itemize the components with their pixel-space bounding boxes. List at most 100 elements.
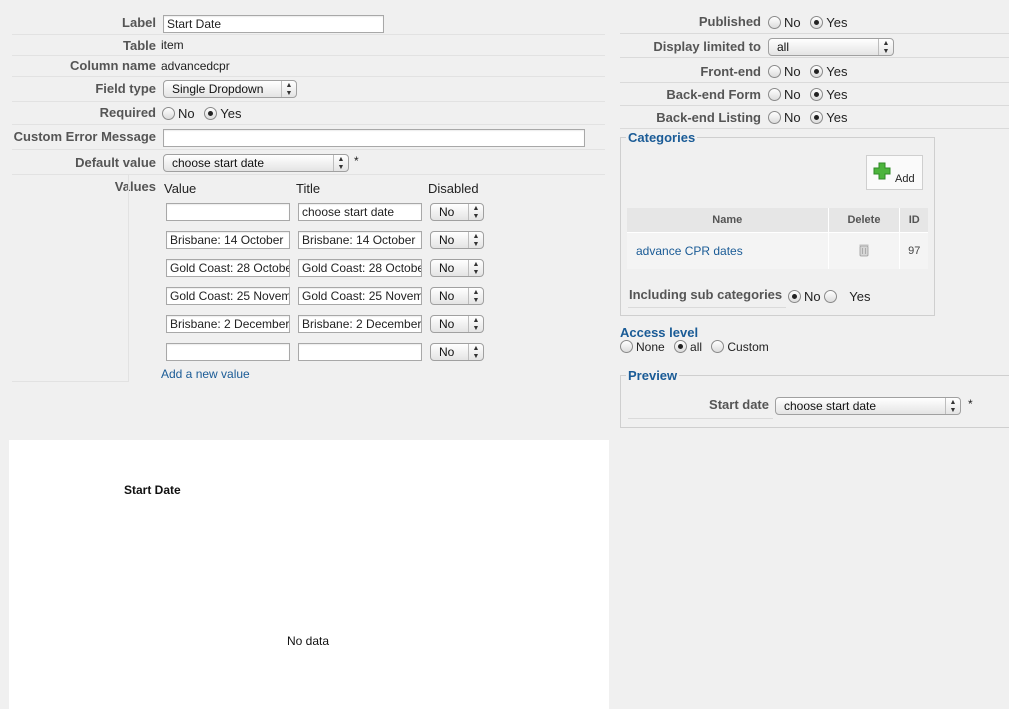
access-custom-option[interactable]: Custom — [711, 340, 769, 354]
values-header-value: Value — [164, 181, 197, 196]
access-all-option[interactable]: all — [674, 340, 702, 354]
value-input[interactable]: Brisbane: 2 December — [166, 315, 290, 333]
value-input[interactable]: Gold Coast: 28 October — [166, 259, 290, 277]
display-limited-label: Display limited to — [653, 39, 761, 54]
categories-table: Name Delete ID advance CPR dates 97 — [627, 208, 928, 269]
radio-selected-icon — [674, 340, 688, 353]
column-name-label: Column name — [70, 58, 156, 73]
chart-empty-text: No data — [287, 634, 330, 648]
radio-icon — [824, 290, 838, 303]
required-no-option[interactable]: No — [162, 106, 195, 121]
disabled-select[interactable]: No ▲ ▼ — [430, 315, 484, 333]
radio-icon — [620, 340, 633, 353]
title-input[interactable]: Brisbane: 2 December — [298, 315, 422, 333]
include-sub-yes-option[interactable]: Yes — [824, 289, 870, 304]
category-id-cell: 97 — [899, 232, 928, 269]
categories-header-delete: Delete — [828, 208, 901, 233]
value-input[interactable]: Gold Coast: 25 November — [166, 287, 290, 305]
add-category-button[interactable]: Add — [866, 155, 923, 190]
custom-error-input[interactable] — [163, 129, 585, 147]
title-input[interactable] — [298, 343, 422, 361]
title-input[interactable]: choose start date — [298, 203, 422, 221]
front-end-no-option[interactable]: No — [768, 64, 801, 79]
front-end-yes-option[interactable]: Yes — [810, 64, 847, 79]
disabled-select[interactable]: No ▲ ▼ — [430, 259, 484, 277]
values-header-disabled: Disabled — [428, 181, 479, 196]
plus-icon — [873, 162, 891, 180]
backend-listing-no-option[interactable]: No — [768, 110, 801, 125]
disabled-select-value: No — [439, 317, 455, 331]
display-limited-value: all — [777, 40, 790, 54]
radio-selected-icon — [810, 16, 824, 29]
access-custom-label: Custom — [727, 340, 769, 354]
disabled-select[interactable]: No ▲ ▼ — [430, 287, 484, 305]
include-sub-yes-label: Yes — [849, 289, 871, 304]
required-label: Required — [99, 105, 156, 120]
backend-form-no-option[interactable]: No — [768, 87, 801, 102]
label-input[interactable]: Start Date — [163, 15, 384, 33]
backend-form-no-label: No — [784, 87, 801, 102]
display-limited-row: Display limited to all ▲ ▼ — [620, 35, 1009, 58]
label-label: Label — [122, 15, 156, 30]
custom-error-row: Custom Error Message — [12, 125, 605, 150]
backend-listing-yes-option[interactable]: Yes — [810, 110, 847, 125]
title-input-text: Brisbane: 14 October — [302, 233, 416, 247]
value-input-text: Gold Coast: 25 November — [170, 289, 289, 303]
disabled-select[interactable]: No ▲ ▼ — [430, 343, 484, 361]
values-label-cell — [12, 175, 129, 382]
backend-form-radio-group: No Yes — [768, 87, 853, 102]
title-input-text: choose start date — [302, 205, 395, 219]
published-no-label: No — [784, 15, 801, 30]
values-header-title: Title — [296, 181, 321, 196]
value-input[interactable] — [166, 203, 290, 221]
preview-asterisk: * — [968, 397, 973, 411]
select-arrows-icon: ▲ ▼ — [945, 398, 960, 414]
backend-form-yes-option[interactable]: Yes — [810, 87, 847, 102]
value-input[interactable] — [166, 343, 290, 361]
access-none-option[interactable]: None — [620, 340, 665, 354]
column-name-row: Column name advancedcpr — [12, 56, 605, 77]
categories-header-id: ID — [899, 208, 928, 233]
include-sub-radio-group: No Yes — [788, 289, 876, 304]
required-yes-option[interactable]: Yes — [204, 106, 241, 121]
preview-label-cell: Start date — [628, 389, 773, 419]
disabled-select[interactable]: No ▲ ▼ — [430, 231, 484, 249]
radio-icon — [162, 107, 175, 120]
backend-listing-no-label: No — [784, 110, 801, 125]
front-end-yes-label: Yes — [826, 64, 848, 79]
required-row: Required No Yes — [12, 102, 605, 125]
add-new-value-link[interactable]: Add a new value — [161, 367, 250, 381]
backend-listing-yes-label: Yes — [826, 110, 848, 125]
include-sub-no-option[interactable]: No — [788, 289, 821, 304]
table-value: item — [161, 38, 184, 52]
categories-header-name: Name — [627, 208, 829, 233]
disabled-select[interactable]: No ▲ ▼ — [430, 203, 484, 221]
disabled-select-value: No — [439, 261, 455, 275]
display-limited-select[interactable]: all ▲ ▼ — [768, 38, 894, 56]
field-type-select[interactable]: Single Dropdown ▲ ▼ — [163, 80, 297, 98]
radio-selected-icon — [204, 107, 218, 120]
trash-icon[interactable] — [859, 243, 869, 257]
title-input[interactable]: Brisbane: 14 October — [298, 231, 422, 249]
value-input[interactable]: Brisbane: 14 October — [166, 231, 290, 249]
preview-start-date-select[interactable]: choose start date ▲ ▼ — [775, 397, 961, 415]
radio-selected-icon — [810, 88, 824, 101]
table-row: advance CPR dates 97 — [627, 232, 928, 269]
published-yes-option[interactable]: Yes — [810, 15, 847, 30]
field-type-select-value: Single Dropdown — [172, 82, 264, 96]
published-no-option[interactable]: No — [768, 15, 801, 30]
category-name-link[interactable]: advance CPR dates — [636, 244, 743, 258]
radio-selected-icon — [810, 111, 824, 124]
value-input-text: Gold Coast: 28 October — [170, 261, 290, 275]
default-value-select[interactable]: choose start date ▲ ▼ — [163, 154, 349, 172]
select-arrows-icon: ▲ ▼ — [468, 288, 483, 304]
category-delete-cell — [828, 232, 901, 269]
column-name-value: advancedcpr — [161, 59, 230, 73]
category-name-cell: advance CPR dates — [627, 232, 829, 269]
value-input-text: Brisbane: 2 December — [170, 317, 290, 331]
backend-form-yes-label: Yes — [826, 87, 848, 102]
preview-start-date-label: Start date — [709, 397, 769, 412]
title-input[interactable]: Gold Coast: 28 October — [298, 259, 422, 277]
field-type-row: Field type Single Dropdown ▲ ▼ — [12, 77, 605, 102]
title-input[interactable]: Gold Coast: 25 November — [298, 287, 422, 305]
